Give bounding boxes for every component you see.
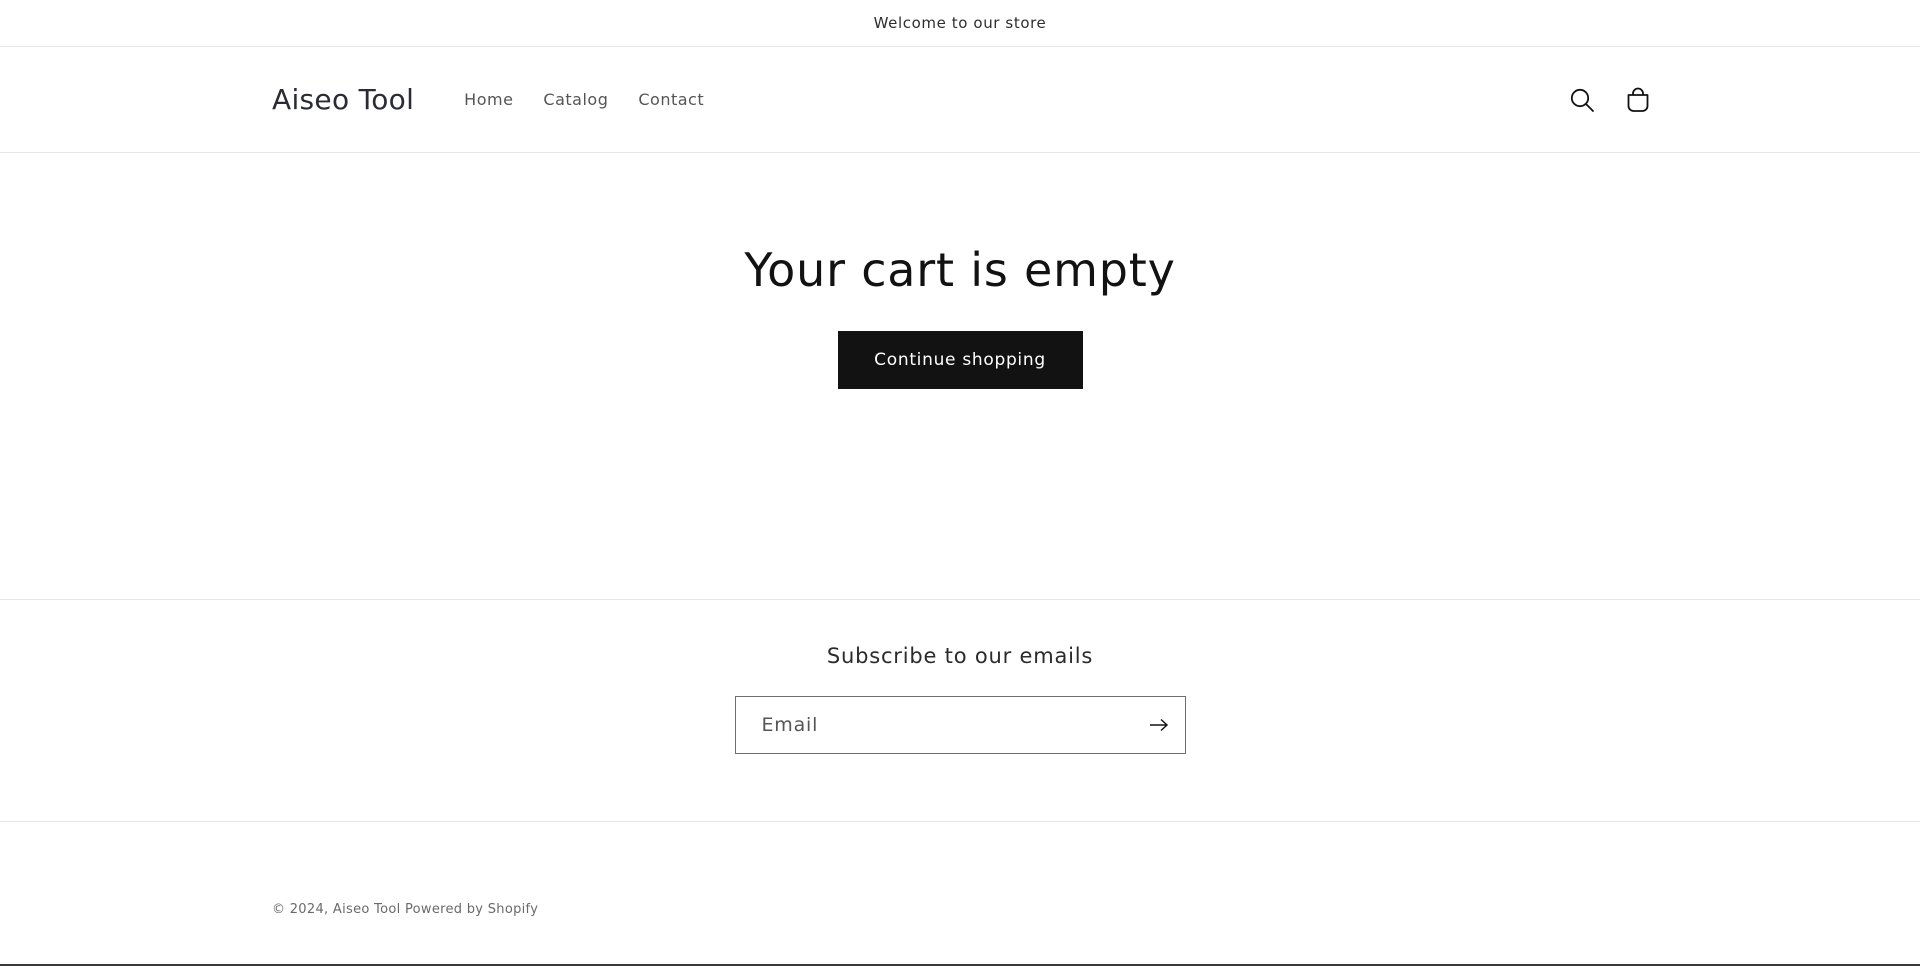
arrow-right-icon — [1149, 718, 1168, 732]
search-icon — [1570, 88, 1594, 112]
cart-button[interactable] — [1622, 84, 1654, 116]
copyright: © 2024, Aiseo Tool Powered by Shopify — [272, 902, 538, 917]
email-field — [734, 696, 1186, 754]
footer-store-link[interactable]: Aiseo Tool — [333, 902, 401, 917]
email-submit-button[interactable] — [1133, 697, 1185, 753]
footer-bottom-line — [0, 964, 1920, 966]
header-icons — [1566, 84, 1654, 116]
cart-empty-title: Your cart is empty — [744, 243, 1176, 297]
announcement-bar: Welcome to our store — [0, 0, 1920, 47]
cart-empty-section: Your cart is empty Continue shopping — [0, 153, 1920, 600]
main-nav: Home Catalog Contact — [452, 90, 719, 109]
nav-item-catalog[interactable]: Catalog — [528, 90, 623, 109]
nav-item-contact[interactable]: Contact — [623, 90, 719, 109]
store-logo[interactable]: Aiseo Tool — [272, 83, 414, 116]
copyright-prefix: © 2024, — [272, 902, 329, 917]
newsletter-title: Subscribe to our emails — [826, 644, 1094, 668]
newsletter-section: Subscribe to our emails — [0, 600, 1920, 822]
email-input[interactable] — [735, 697, 1133, 753]
site-header: Aiseo Tool Home Catalog Contact — [0, 47, 1920, 153]
header-inner: Aiseo Tool Home Catalog Contact — [272, 47, 1649, 152]
search-button[interactable] — [1566, 84, 1598, 116]
cart-icon — [1627, 87, 1649, 112]
announcement-text: Welcome to our store — [873, 14, 1047, 32]
powered-by-link[interactable]: Powered by Shopify — [405, 902, 538, 917]
nav-item-home[interactable]: Home — [452, 90, 528, 109]
site-footer: © 2024, Aiseo Tool Powered by Shopify — [0, 822, 1920, 966]
continue-shopping-button[interactable]: Continue shopping — [837, 331, 1083, 389]
